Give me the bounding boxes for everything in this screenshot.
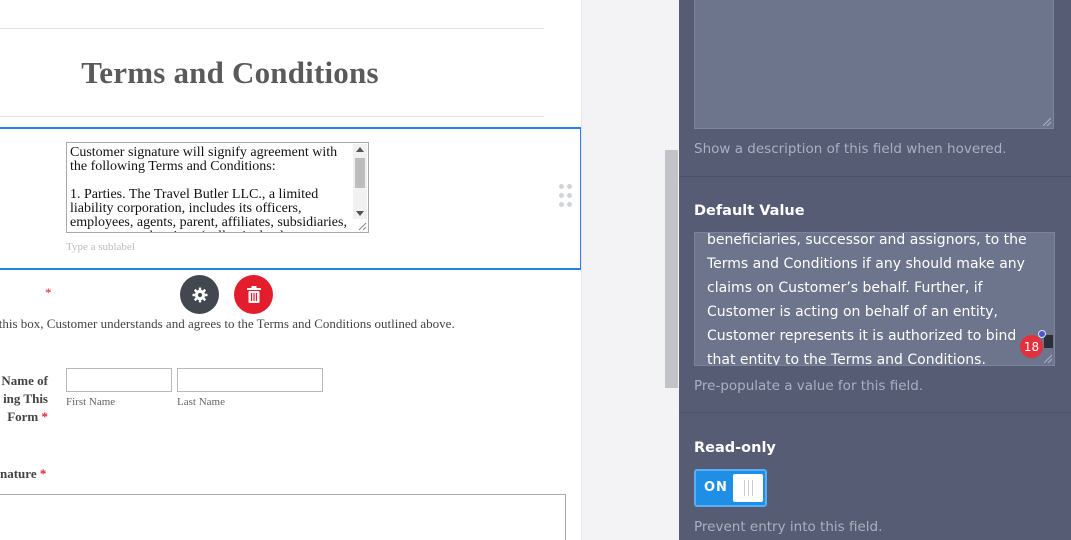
terms-text: Customer signature will signify agreemen… (70, 145, 347, 233)
form-title[interactable]: Terms and Conditions (0, 55, 460, 91)
trash-icon (246, 286, 261, 303)
page-scrollbar-thumb[interactable] (665, 150, 678, 388)
default-value-title: Default Value (694, 203, 805, 219)
gear-icon (192, 287, 207, 302)
divider (679, 412, 1071, 413)
field-settings-button[interactable] (180, 275, 219, 314)
divider (679, 176, 1071, 177)
hover-description-textarea[interactable] (694, 0, 1054, 129)
terms-scrollbar[interactable] (353, 144, 367, 219)
sublabel-placeholder[interactable]: Type a sublabel (66, 241, 135, 253)
read-only-help-text: Prevent entry into this field. (694, 519, 883, 535)
divider (0, 116, 544, 117)
resize-grip-icon[interactable] (1044, 355, 1052, 363)
field-delete-button[interactable] (234, 275, 273, 314)
required-asterisk: * (45, 285, 52, 300)
read-only-toggle[interactable]: ON (694, 469, 767, 507)
character-counter-marker (1044, 335, 1053, 348)
toggle-knob[interactable] (733, 474, 763, 502)
scroll-thumb[interactable] (355, 158, 365, 188)
first-name-sublabel: First Name (66, 396, 116, 408)
name-field-label: Name of ing This Form * (1, 373, 48, 424)
resize-grip-icon[interactable] (358, 222, 367, 231)
signature-label: nature * (0, 466, 47, 481)
last-name-sublabel: Last Name (177, 396, 225, 408)
scroll-up-icon[interactable] (356, 147, 364, 152)
last-name-input[interactable] (177, 368, 323, 392)
drag-handle-icon[interactable] (559, 184, 573, 214)
divider (0, 28, 544, 29)
properties-panel: Show a description of this field when ho… (679, 0, 1071, 540)
terms-textarea[interactable]: Customer signature will signify agreemen… (66, 142, 369, 233)
first-name-input[interactable] (66, 368, 172, 392)
scroll-down-icon[interactable] (356, 211, 364, 216)
resize-grip-icon[interactable] (1043, 118, 1051, 126)
default-value-text: beneficiaries, successor and assignors, … (707, 232, 1032, 366)
description-help-text: Show a description of this field when ho… (694, 141, 1007, 157)
toggle-on-label: ON (704, 480, 728, 495)
default-value-textarea[interactable]: beneficiaries, successor and assignors, … (694, 232, 1055, 366)
signature-pad[interactable] (0, 494, 566, 540)
form-canvas: Terms and Conditions Customer signature … (0, 0, 582, 540)
default-value-help-text: Pre-populate a value for this field. (694, 378, 924, 394)
read-only-title: Read-only (694, 440, 776, 456)
character-counter-dot (1038, 330, 1046, 338)
character-count-badge: 18 (1020, 335, 1043, 358)
